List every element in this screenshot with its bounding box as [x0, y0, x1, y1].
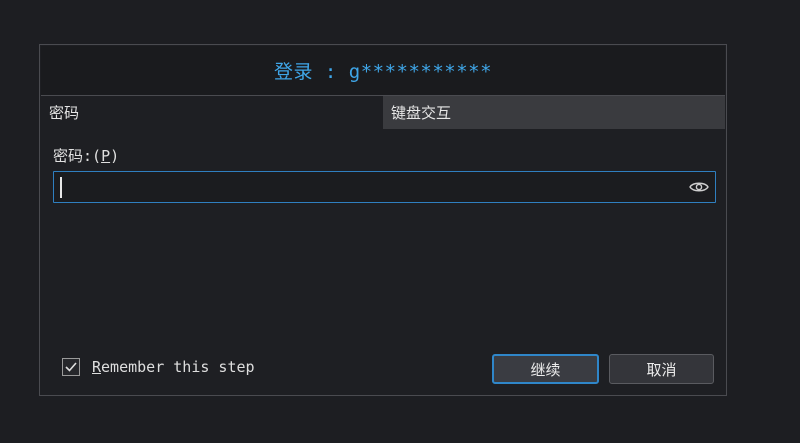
- remember-step: Remember this step: [62, 358, 255, 376]
- tab-password[interactable]: 密码: [41, 96, 383, 129]
- auth-tabs: 密码 键盘交互: [41, 96, 725, 129]
- password-label-mnemonic: P: [101, 147, 111, 165]
- password-label-prefix: 密码:(: [53, 147, 102, 165]
- password-input[interactable]: [53, 171, 716, 203]
- remember-label-rest: emember this step: [101, 358, 255, 376]
- eye-icon[interactable]: [689, 179, 709, 195]
- cancel-button[interactable]: 取消: [609, 354, 714, 384]
- password-label-suffix: ): [110, 147, 120, 165]
- remember-checkbox[interactable]: [62, 358, 80, 376]
- dialog-title: 登录 : g***********: [41, 46, 725, 96]
- remember-label[interactable]: Remember this step: [92, 358, 255, 376]
- remember-label-mnemonic: R: [92, 358, 102, 376]
- text-caret: [60, 177, 62, 198]
- password-label: 密码:(P): [53, 145, 119, 166]
- tab-keyboard-interactive[interactable]: 键盘交互: [383, 96, 725, 129]
- login-dialog: 登录 : g*********** 密码 键盘交互 密码:(P) Remembe…: [39, 44, 727, 396]
- check-icon: [65, 362, 77, 372]
- continue-button[interactable]: 继续: [492, 354, 599, 384]
